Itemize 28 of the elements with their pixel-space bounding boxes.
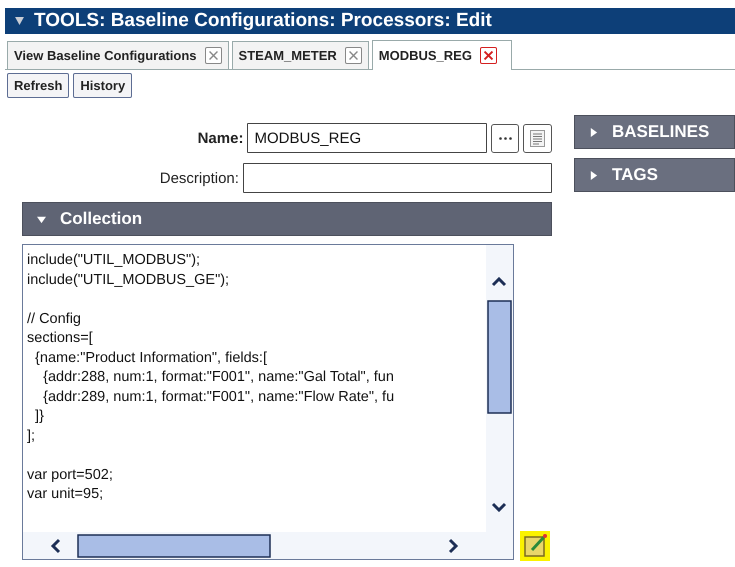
tab[interactable]: View Baseline Configurations [7,41,229,69]
expand-triangle-icon[interactable] [589,128,598,136]
toolbar-button[interactable]: Refresh [7,73,70,98]
panel-header[interactable]: TAGS [574,158,735,192]
close-icon[interactable] [344,47,362,64]
details-button[interactable] [523,124,552,152]
document-icon [530,130,546,146]
panel-header[interactable]: Collection [22,202,552,236]
close-icon[interactable] [480,47,497,64]
panel-header[interactable]: BASELINES [574,115,735,149]
window-title: TOOLS: Baseline Configurations: Processors: Edit [34,10,492,32]
collapse-triangle-icon[interactable] [37,214,46,224]
field-label: Name: [196,130,244,146]
panel-title: Collection [60,209,142,229]
expand-triangle-icon[interactable] [589,170,598,180]
ellipsis-icon [498,136,512,140]
code-text: include("UTIL_MODBUS"); include("UTIL_MODBUS_GE"); // Config sections=[ {name:"Product Information", fields:[ {addr:288, num:1, format:"F001", name:"Gal Total", fun {addr:289, num:1, format:"F001", name:"Flow Rate", fu ]} ]; var port=502; var unit=95; [23,245,486,532]
close-icon[interactable] [204,47,222,64]
tab[interactable]: MODBUS_REG [372,40,512,70]
browse-button[interactable] [490,124,520,152]
description-field[interactable] [242,163,552,193]
field-label: Description: [158,170,239,186]
name-field[interactable]: MODBUS_REG [247,123,487,153]
panel-title: TAGS [612,165,658,185]
panel-title: BASELINES [612,122,710,142]
tab[interactable]: STEAM_METER [232,41,369,69]
toolbar-button[interactable]: History [73,73,132,98]
collapse-triangle-icon[interactable] [15,17,24,25]
